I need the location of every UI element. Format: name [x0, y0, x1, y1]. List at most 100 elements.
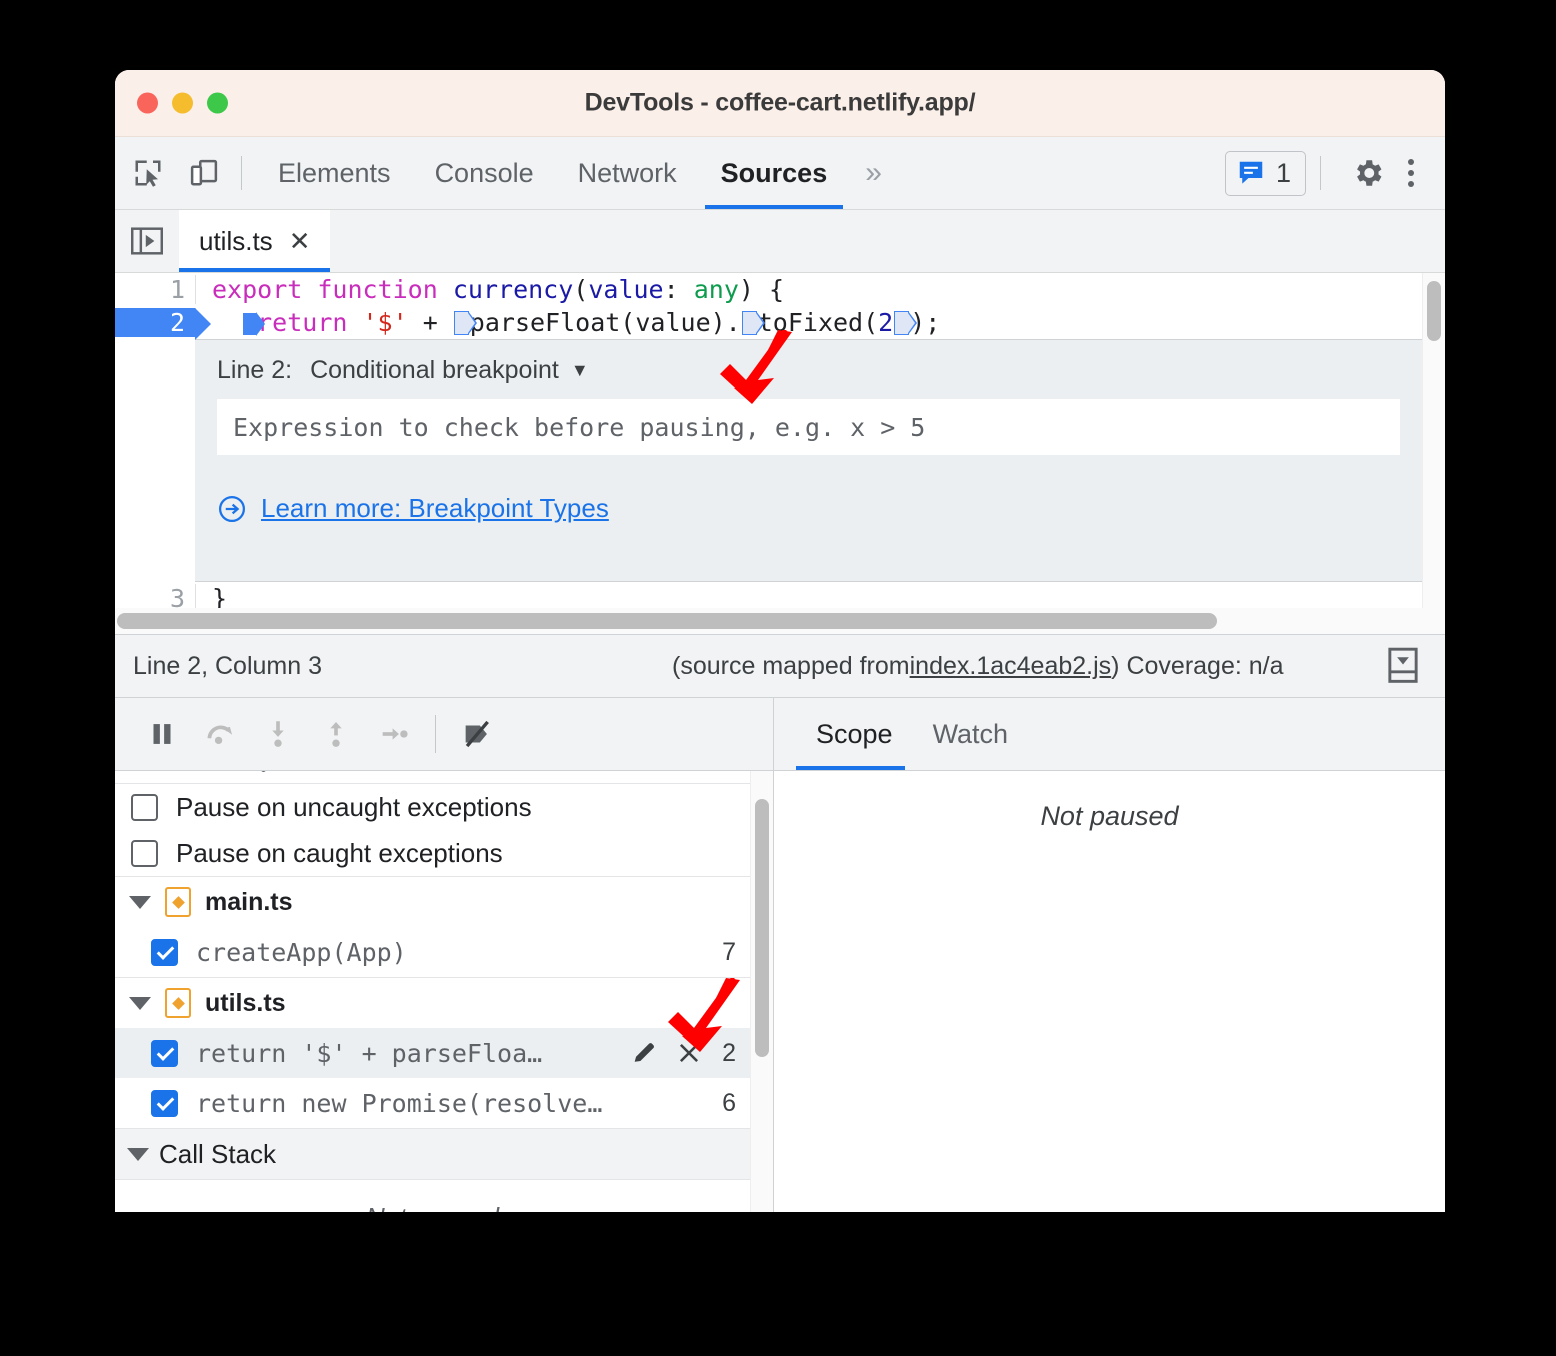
file-tab-label: utils.ts [199, 225, 273, 256]
breakpoints-pane-scrollbar-thumb[interactable] [755, 799, 769, 1057]
line-number-3[interactable]: 3 [115, 584, 195, 608]
code-line-2: 2 return '$' + parseFloat(value). toFixed… [115, 306, 1422, 340]
issues-count: 1 [1275, 157, 1291, 188]
issues-button[interactable]: 1 [1224, 150, 1306, 196]
coverage-info: Coverage: n/a [1126, 651, 1284, 680]
pause-on-uncaught-exceptions-label: Pause on uncaught exceptions [176, 791, 532, 822]
deactivate-breakpoints-button[interactable] [448, 705, 506, 763]
source-map-suffix: ) [1111, 651, 1120, 680]
editor-vertical-scrollbar[interactable] [1422, 273, 1445, 608]
deactivate-breakpoints-icon [465, 720, 489, 748]
tab-scope[interactable]: Scope [796, 698, 913, 770]
step-over-button[interactable] [191, 705, 249, 763]
debugger-bottom-panes: Pause on uncaught exceptions Pause on ca… [115, 698, 1445, 1212]
code-line-1: 1 export function currency(value: any) { [115, 273, 1422, 306]
inline-breakpoint-marker-2[interactable] [741, 311, 765, 335]
breakpoints-list-inner: Pause on uncaught exceptions Pause on ca… [115, 771, 750, 1212]
line-number-1[interactable]: 1 [115, 275, 195, 304]
editor-vertical-scrollbar-thumb[interactable] [1427, 281, 1441, 341]
table-row[interactable]: return new Promise(resolve… 6 [115, 1078, 750, 1128]
show-drawer-icon[interactable] [1385, 647, 1429, 685]
pause-on-caught-exceptions-checkbox[interactable] [131, 839, 158, 867]
debugger-toolbar-divider [435, 715, 436, 753]
conditional-breakpoint-editor: Line 2: Conditional breakpoint ▼ Express… [195, 339, 1422, 582]
editor-statusbar: Line 2, Column 3 (source mapped from ind… [115, 634, 1445, 698]
chevron-down-icon[interactable] [129, 996, 151, 1010]
device-toolbar-icon[interactable] [181, 150, 227, 196]
tab-elements-label: Elements [278, 157, 391, 188]
breakpoint-type-label: Conditional breakpoint [310, 356, 559, 384]
chevron-down-icon: ▼ [570, 360, 589, 380]
editor-horizontal-scrollbar-thumb[interactable] [117, 613, 1217, 629]
breakpoint-snippet: return new Promise(resolve… [196, 1088, 603, 1118]
source-map-info: (source mapped from index.1ac4eab2.js) C… [672, 652, 1283, 681]
close-icon[interactable]: ✕ [289, 228, 311, 254]
devtools-main-toolbar: Elements Console Network Sources » 1 [115, 137, 1445, 210]
learn-more-breakpoint-types-link[interactable]: Learn more: Breakpoint Types [261, 493, 609, 524]
pause-on-uncaught-exceptions-checkbox[interactable] [131, 793, 158, 821]
breakpoints-list: Pause on uncaught exceptions Pause on ca… [115, 771, 773, 1212]
gear-icon[interactable] [1345, 150, 1391, 196]
panel-tab-list: Elements Console Network Sources [256, 137, 849, 209]
breakpoint-enabled-checkbox[interactable] [151, 1039, 178, 1067]
pause-on-uncaught-exceptions-row[interactable]: Pause on uncaught exceptions [115, 784, 750, 830]
breakpoint-condition-input[interactable]: Expression to check before pausing, e.g.… [217, 399, 1400, 455]
tab-network[interactable]: Network [556, 137, 699, 209]
file-tab-utils-ts[interactable]: utils.ts ✕ [179, 210, 331, 272]
chevron-down-icon[interactable] [127, 1147, 149, 1161]
inline-breakpoint-marker-active[interactable] [243, 312, 266, 336]
window-title: DevTools - coffee-cart.netlify.app/ [584, 88, 976, 117]
code-editor: 1 export function currency(value: any) {… [115, 273, 1445, 608]
table-row[interactable]: return '$' + parseFloa… 2 [115, 1028, 750, 1078]
code-line-2-text: return '$' + parseFloat(value). toFixed(2… [195, 308, 1422, 337]
source-file-badge-icon [165, 988, 191, 1018]
debugger-toolbar [115, 698, 773, 771]
scrolled-partial-row [115, 771, 750, 784]
tab-console-label: Console [434, 157, 534, 188]
toolbar-divider-right [1320, 156, 1321, 190]
breakpoint-line-number: 6 [722, 1088, 736, 1117]
inline-breakpoint-marker-3[interactable] [894, 311, 918, 335]
step-into-button[interactable] [249, 705, 307, 763]
more-panels-icon[interactable]: » [849, 156, 898, 190]
pause-script-execution-button[interactable] [133, 705, 191, 763]
breakpoint-enabled-checkbox[interactable] [151, 1089, 178, 1117]
tab-sources-label: Sources [720, 157, 828, 188]
table-row[interactable]: createApp(App) 7 [115, 927, 750, 977]
code-editor-body[interactable]: 1 export function currency(value: any) {… [115, 273, 1422, 608]
scope-empty-state: Not paused [1040, 801, 1179, 831]
code-line-1-text: export function currency(value: any) { [195, 275, 1422, 304]
source-map-file-link[interactable]: index.1ac4eab2.js [910, 652, 1112, 681]
step-icon [382, 728, 408, 740]
scope-watch-tablist: Scope Watch [774, 698, 1445, 771]
call-stack-header[interactable]: Call Stack [115, 1128, 750, 1180]
pause-on-caught-exceptions-row[interactable]: Pause on caught exceptions [115, 830, 750, 876]
breakpoint-group-main-ts[interactable]: main.ts [115, 877, 750, 927]
devtools-window: DevTools - coffee-cart.netlify.app/ Elem… [115, 70, 1445, 1212]
tab-network-label: Network [577, 157, 677, 188]
source-file-badge-icon [165, 887, 191, 917]
inline-breakpoint-marker-1[interactable] [453, 311, 477, 335]
show-navigator-icon[interactable] [115, 210, 179, 272]
breakpoint-type-dropdown[interactable]: Conditional breakpoint ▼ [310, 356, 589, 385]
breakpoint-enabled-checkbox[interactable] [151, 938, 178, 966]
remove-breakpoint-icon[interactable] [676, 1040, 702, 1066]
breakpoints-pane-scrollbar[interactable] [750, 771, 773, 1212]
tab-watch[interactable]: Watch [913, 698, 1029, 770]
inspect-element-icon[interactable] [125, 150, 171, 196]
tab-console[interactable]: Console [413, 137, 556, 209]
step-out-button[interactable] [307, 705, 365, 763]
breakpoint-marker-line-2[interactable]: 2 [115, 308, 211, 340]
breakpoint-line-label: Line 2: [217, 356, 293, 384]
breakpoint-group-label: main.ts [205, 887, 293, 916]
step-over-icon [207, 725, 233, 745]
source-file-tabstrip: utils.ts ✕ [115, 210, 1445, 273]
breakpoint-group-utils-ts[interactable]: utils.ts [115, 978, 750, 1028]
more-options-icon[interactable] [1391, 150, 1431, 196]
editor-horizontal-scrollbar[interactable] [115, 608, 1445, 634]
edit-breakpoint-icon[interactable] [630, 1039, 658, 1067]
step-button[interactable] [365, 705, 423, 763]
tab-elements[interactable]: Elements [256, 137, 413, 209]
tab-sources[interactable]: Sources [699, 137, 850, 209]
chevron-down-icon[interactable] [129, 895, 151, 909]
